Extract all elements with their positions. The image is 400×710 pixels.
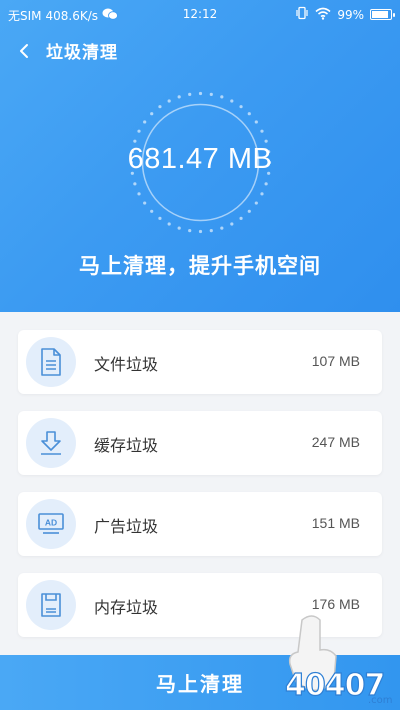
- ring-dot: [239, 105, 243, 109]
- back-button[interactable]: [18, 40, 36, 62]
- vibrate-icon: [295, 6, 309, 23]
- ring-dot: [167, 222, 171, 226]
- ring-dot: [198, 229, 203, 234]
- ring-dot: [264, 182, 268, 186]
- category-size: 107 MB: [311, 353, 360, 369]
- ring-dot: [220, 95, 224, 99]
- ring-dot: [260, 129, 264, 133]
- ring-dot: [209, 229, 213, 233]
- ring-dot: [143, 120, 147, 124]
- ring-dot: [167, 99, 171, 103]
- ring-dot: [260, 192, 264, 196]
- list-item-cache-junk[interactable]: 缓存垃圾 247 MB: [18, 411, 382, 475]
- page-title: 垃圾清理: [46, 43, 118, 63]
- download-icon: [26, 418, 76, 468]
- ring-dot: [198, 91, 203, 96]
- ring-dot: [137, 192, 141, 196]
- category-name: 文件垃圾: [94, 355, 159, 374]
- ring-dot: [137, 129, 141, 133]
- header-panel: 无SIM 408.6K/s 12:12 99% 垃圾清理 681.47 MB 马…: [0, 0, 400, 312]
- ring-dot: [230, 222, 234, 226]
- ring-dot: [158, 216, 162, 220]
- ring-dot: [254, 201, 258, 205]
- ring-dot: [143, 201, 147, 205]
- list-item-ad-junk[interactable]: AD 广告垃圾 151 MB: [18, 492, 382, 556]
- svg-text:.com: .com: [368, 695, 393, 706]
- battery-percent: 99%: [337, 7, 364, 22]
- ring-dot: [254, 120, 258, 124]
- ring-dot: [220, 226, 224, 230]
- ring-dot: [158, 105, 162, 109]
- category-name: 内存垃圾: [94, 598, 159, 617]
- ring-dot: [177, 95, 181, 99]
- ring-dot: [150, 112, 154, 116]
- ring-dot: [188, 229, 192, 233]
- svg-text:AD: AD: [45, 518, 57, 528]
- ring-dot: [247, 209, 251, 213]
- category-size: 247 MB: [311, 434, 360, 450]
- ring-dot: [209, 92, 213, 96]
- ring-dot: [150, 209, 154, 213]
- nav-bar: 垃圾清理: [18, 38, 118, 63]
- document-icon: [26, 337, 76, 387]
- slogan-text: 马上清理，提升手机空间: [79, 254, 321, 278]
- wifi-icon: [315, 7, 331, 23]
- category-size: 151 MB: [311, 515, 360, 531]
- sd-card-icon: [26, 580, 76, 630]
- battery-icon: [370, 9, 395, 20]
- category-name: 缓存垃圾: [94, 436, 159, 455]
- category-name: 广告垃圾: [94, 517, 159, 536]
- list-item-file-junk[interactable]: 文件垃圾 107 MB: [18, 330, 382, 394]
- ring-dot: [247, 112, 251, 116]
- status-bar: 无SIM 408.6K/s 12:12 99%: [0, 0, 400, 28]
- ring-dot: [177, 226, 181, 230]
- chevron-left-icon: [20, 43, 28, 58]
- total-junk-size: 681.47 MB: [127, 143, 273, 175]
- ring-dot: [188, 92, 192, 96]
- ring-dot: [230, 99, 234, 103]
- ring-dot: [239, 216, 243, 220]
- ad-icon: AD: [26, 499, 76, 549]
- ring-dot: [133, 182, 137, 186]
- site-watermark-logo: 40407 .com: [284, 615, 393, 706]
